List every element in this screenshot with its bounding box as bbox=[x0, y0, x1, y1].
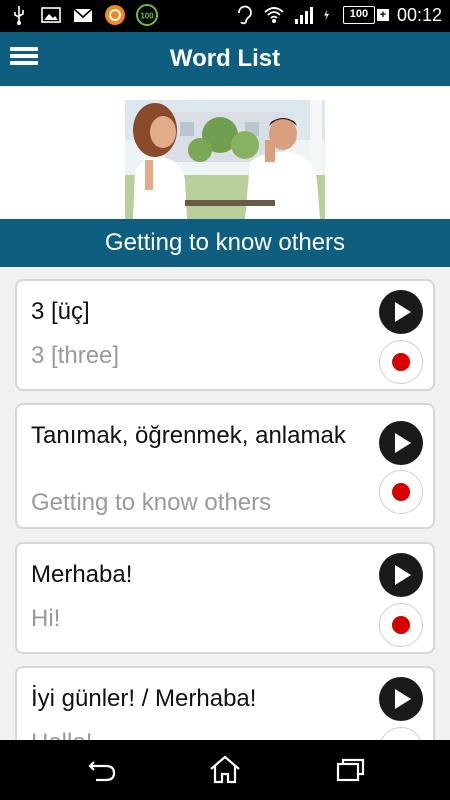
app-bar: Word List bbox=[0, 32, 450, 86]
section-banner: Getting to know others bbox=[0, 219, 450, 267]
recents-button[interactable] bbox=[330, 752, 370, 788]
usb-icon bbox=[14, 6, 24, 25]
record-icon bbox=[392, 483, 410, 501]
play-button[interactable] bbox=[379, 290, 423, 334]
word-foreign: Merhaba! bbox=[31, 561, 133, 588]
record-button[interactable] bbox=[379, 727, 423, 740]
play-button[interactable] bbox=[379, 421, 423, 465]
home-button[interactable] bbox=[205, 752, 245, 788]
word-foreign: Tanımak, öğrenmek, anlamak bbox=[31, 422, 346, 449]
hero-area bbox=[0, 86, 450, 219]
word-card: Merhaba! Hi! bbox=[15, 542, 435, 654]
back-button[interactable] bbox=[82, 752, 122, 788]
word-card: İyi günler! / Merhaba! Hello! bbox=[15, 666, 435, 740]
hearing-aid-icon bbox=[238, 5, 252, 25]
home-icon bbox=[210, 755, 240, 784]
record-button[interactable] bbox=[379, 340, 423, 384]
word-translation: 3 [three] bbox=[31, 342, 120, 369]
word-card: Tanımak, öğrenmek, anlamak Getting to kn… bbox=[15, 403, 435, 529]
play-icon bbox=[395, 302, 411, 322]
play-icon bbox=[395, 565, 411, 585]
word-card: 3 [üç] 3 [three] bbox=[15, 279, 435, 391]
record-button[interactable] bbox=[379, 603, 423, 647]
clock: 00:12 bbox=[396, 4, 442, 25]
battery-level: 100 bbox=[342, 6, 375, 24]
play-icon bbox=[395, 433, 411, 453]
recents-icon bbox=[336, 758, 365, 782]
play-icon bbox=[395, 689, 411, 709]
play-button[interactable] bbox=[379, 677, 423, 721]
page-title: Word List bbox=[169, 45, 281, 72]
word-translation: Getting to know others bbox=[31, 489, 272, 516]
svg-text:100: 100 bbox=[140, 12, 154, 21]
app-green-100-icon: 100 bbox=[136, 4, 158, 26]
hero-image bbox=[125, 100, 325, 219]
record-icon bbox=[392, 616, 410, 634]
status-bar: 100 100 + 00:12 bbox=[0, 0, 450, 32]
record-icon bbox=[392, 353, 410, 371]
word-translation: Hi! bbox=[31, 605, 61, 632]
word-list[interactable]: 3 [üç] 3 [three] Tanımak, öğrenmek, anla… bbox=[0, 267, 450, 740]
word-foreign: İyi günler! / Merhaba! bbox=[31, 685, 257, 712]
image-icon bbox=[41, 7, 61, 23]
battery-icon: 100 + bbox=[342, 6, 389, 24]
signal-icon bbox=[294, 7, 313, 24]
play-button[interactable] bbox=[379, 553, 423, 597]
mail-icon bbox=[73, 8, 93, 22]
charging-icon bbox=[324, 9, 329, 21]
wifi-icon bbox=[264, 7, 284, 23]
word-foreign: 3 [üç] bbox=[31, 298, 90, 325]
record-button[interactable] bbox=[379, 470, 423, 514]
section-title: Getting to know others bbox=[104, 229, 346, 256]
app-orange-icon bbox=[105, 5, 125, 25]
word-translation: Hello! bbox=[31, 728, 92, 740]
back-icon bbox=[88, 761, 116, 782]
system-nav-bar bbox=[0, 740, 450, 800]
